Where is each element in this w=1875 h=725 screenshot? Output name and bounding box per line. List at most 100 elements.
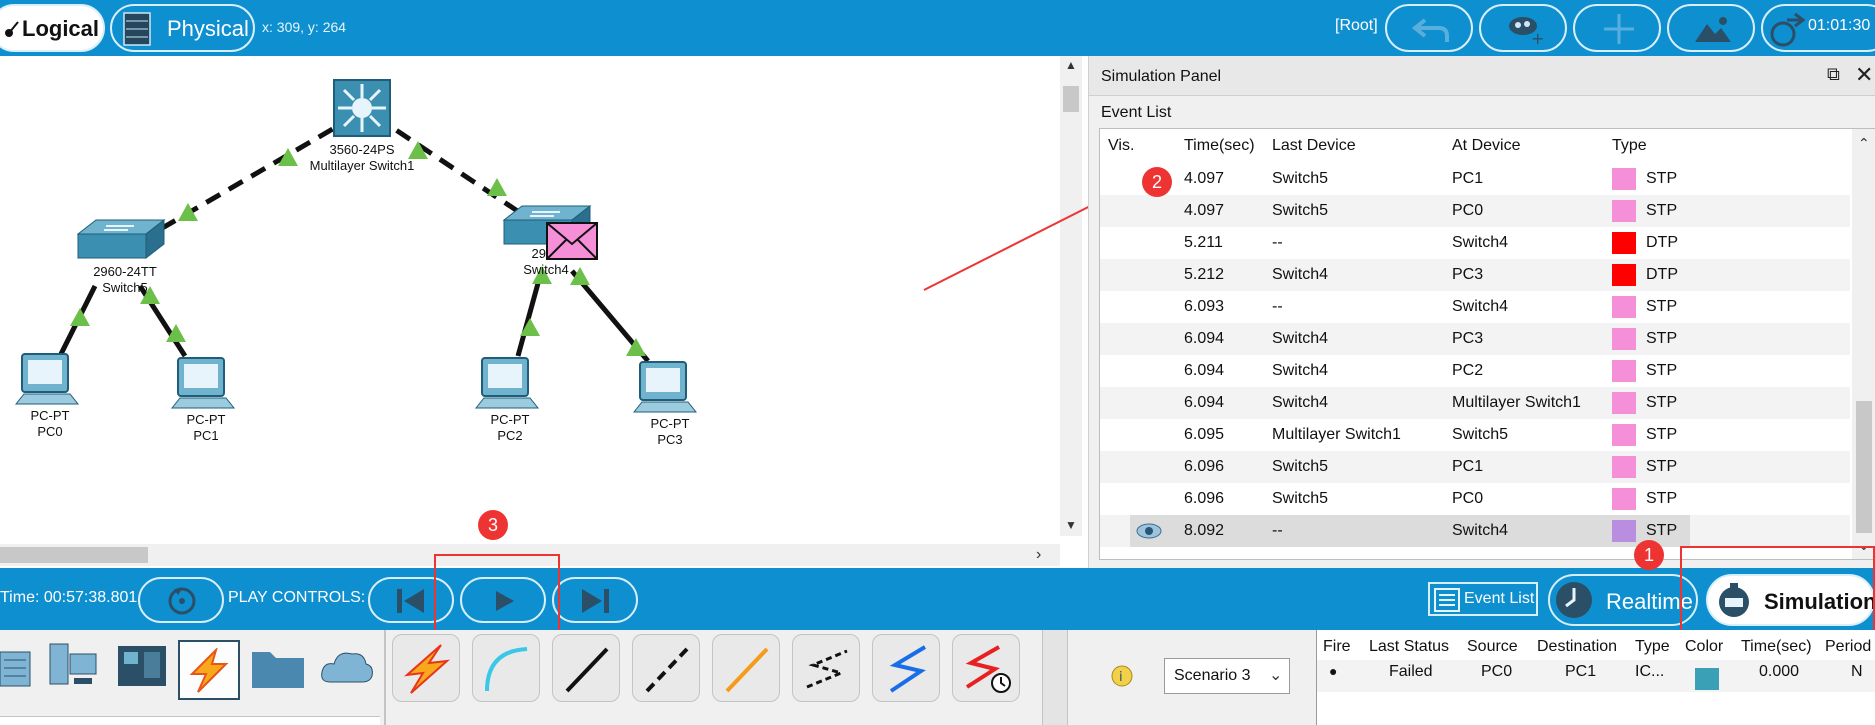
pc-icon[interactable] — [170, 356, 236, 412]
close-icon[interactable]: ✕ — [1855, 62, 1873, 88]
clock-icon — [1556, 582, 1592, 618]
phone-cable-tool[interactable] — [792, 634, 860, 702]
table-row[interactable]: ● Failed PC0 PC1 IC... 0.000 N — [1317, 660, 1875, 692]
connections-category-button[interactable] — [178, 640, 240, 700]
table-row[interactable]: 6.094 Switch4 PC2 STP — [1100, 355, 1850, 387]
event-type: STP — [1646, 458, 1678, 475]
pdu-envelope-icon[interactable] — [546, 222, 598, 260]
table-row[interactable]: 6.093 -- Switch4 STP — [1100, 291, 1850, 323]
table-row-current[interactable]: 8.092 -- Switch4 STP — [1100, 515, 1850, 547]
event-last-device: -- — [1272, 234, 1283, 251]
console-cable-icon — [485, 647, 528, 692]
scroll-up-icon[interactable]: ⌃ — [1858, 135, 1870, 152]
event-time: 6.093 — [1184, 298, 1225, 315]
column-header-at-device[interactable]: At Device — [1452, 137, 1520, 155]
event-at-device: PC3 — [1452, 266, 1484, 283]
event-type: STP — [1646, 170, 1678, 187]
table-row[interactable]: 6.094 Switch4 PC3 STP — [1100, 323, 1850, 355]
column-header-destination[interactable]: Destination — [1537, 638, 1617, 656]
scenario-select[interactable]: Scenario 3 ⌄ — [1164, 658, 1290, 694]
folder-icon[interactable] — [250, 642, 306, 692]
scrollbar-thumb[interactable] — [1063, 86, 1079, 112]
event-list-toggle[interactable]: Event List — [1428, 582, 1538, 616]
pc-icon[interactable] — [14, 352, 80, 408]
pc-icon[interactable] — [474, 356, 540, 412]
event-color-swatch — [1612, 200, 1636, 222]
event-color-swatch — [1612, 328, 1636, 350]
table-row[interactable]: 6.094 Switch4 Multilayer Switch1 STP — [1100, 387, 1850, 419]
console-cable-tool[interactable] — [472, 634, 540, 702]
annotation-highlight-box — [434, 554, 560, 632]
cloud-icon[interactable] — [318, 646, 376, 686]
scroll-up-icon[interactable]: ▲ — [1065, 58, 1077, 72]
table-row[interactable]: 5.212 Switch4 PC3 DTP — [1100, 259, 1850, 291]
column-header-source[interactable]: Source — [1467, 638, 1518, 656]
back-button[interactable] — [1385, 4, 1473, 52]
fiber-cable-tool[interactable] — [712, 634, 780, 702]
column-header-last-device[interactable]: Last Device — [1272, 137, 1356, 155]
restore-window-icon[interactable]: ⧉ — [1827, 64, 1840, 85]
event-type: STP — [1646, 394, 1678, 411]
pdu-type: IC... — [1635, 663, 1665, 680]
event-type: DTP — [1646, 266, 1678, 283]
column-header-fire[interactable]: Fire — [1323, 638, 1351, 656]
crossover-cable-tool[interactable] — [632, 634, 700, 702]
auto-connection-tool[interactable] — [392, 634, 460, 702]
top-toolbar: Logical Physical x: 309, y: 264 [Root] + — [0, 0, 1875, 56]
event-list-table: Vis. Time(sec) Last Device At Device Typ… — [1099, 128, 1875, 560]
event-last-device: Switch5 — [1272, 202, 1329, 219]
straight-through-cable-tool[interactable] — [552, 634, 620, 702]
event-at-device: PC2 — [1452, 362, 1484, 379]
serial-dce-cable-tool[interactable] — [952, 634, 1020, 702]
logical-workspace[interactable]: 3560-24PS Multilayer Switch1 2960-24TT S… — [0, 56, 1082, 566]
network-devices-icon[interactable] — [0, 642, 40, 692]
column-header-last-status[interactable]: Last Status — [1369, 638, 1449, 656]
reset-simulation-button[interactable] — [138, 577, 224, 623]
move-object-button[interactable] — [1573, 4, 1661, 52]
scroll-right-icon[interactable]: › — [1036, 546, 1041, 564]
resize-handle[interactable] — [1042, 630, 1068, 725]
end-devices-icon[interactable] — [46, 640, 100, 694]
event-list-scrollbar[interactable]: ⌃ ⌄ — [1852, 129, 1875, 559]
components-icon[interactable] — [116, 642, 168, 690]
panel-title: Simulation Panel — [1101, 68, 1222, 85]
event-color-swatch — [1612, 168, 1636, 190]
column-header-vis[interactable]: Vis. — [1108, 137, 1134, 155]
table-row[interactable]: 5.211 -- Switch4 DTP — [1100, 227, 1850, 259]
pdu-status: Failed — [1389, 663, 1433, 680]
table-row[interactable]: 6.095 Multilayer Switch1 Switch5 STP — [1100, 419, 1850, 451]
root-breadcrumb[interactable]: [Root] — [1335, 17, 1378, 35]
scroll-down-icon[interactable]: ▼ — [1065, 518, 1077, 532]
pc-icon[interactable] — [632, 360, 698, 416]
background-image-button[interactable] — [1667, 4, 1755, 52]
column-header-type[interactable]: Type — [1635, 638, 1670, 656]
column-header-type[interactable]: Type — [1612, 137, 1647, 155]
scrollbar-thumb[interactable] — [1856, 401, 1872, 533]
multilayer-switch-icon[interactable] — [330, 76, 394, 140]
mountain-image-icon — [1695, 17, 1731, 42]
realtime-mode-button[interactable]: Realtime — [1548, 574, 1698, 626]
event-type: STP — [1646, 202, 1678, 219]
table-row[interactable]: 4.097 Switch5 PC1 STP — [1100, 163, 1850, 195]
logical-tab[interactable]: Logical — [0, 4, 105, 52]
scrollbar-thumb[interactable] — [0, 547, 148, 563]
column-header-color[interactable]: Color — [1685, 638, 1723, 656]
table-row[interactable]: 6.096 Switch5 PC0 STP — [1100, 483, 1850, 515]
coaxial-cable-tool[interactable] — [872, 634, 940, 702]
new-cluster-button[interactable]: + — [1479, 4, 1567, 52]
column-header-time[interactable]: Time(sec) — [1741, 638, 1812, 656]
table-row[interactable]: 6.096 Switch5 PC1 STP — [1100, 451, 1850, 483]
device-model-label: PC-PT — [30, 408, 70, 423]
switch-icon[interactable] — [76, 216, 166, 262]
lightning-icon — [189, 648, 229, 693]
device-model-label: PC-PT — [186, 412, 226, 427]
physical-tab[interactable]: Physical — [110, 4, 255, 52]
step-forward-button[interactable] — [552, 577, 638, 623]
column-header-period[interactable]: Period — [1825, 638, 1871, 656]
fire-indicator-icon[interactable]: ● — [1329, 663, 1337, 679]
eye-icon — [1136, 523, 1162, 539]
event-at-device: Switch4 — [1452, 234, 1509, 251]
phone-cable-icon — [806, 649, 848, 689]
column-header-time[interactable]: Time(sec) — [1184, 137, 1255, 155]
table-row[interactable]: 4.097 Switch5 PC0 STP — [1100, 195, 1850, 227]
